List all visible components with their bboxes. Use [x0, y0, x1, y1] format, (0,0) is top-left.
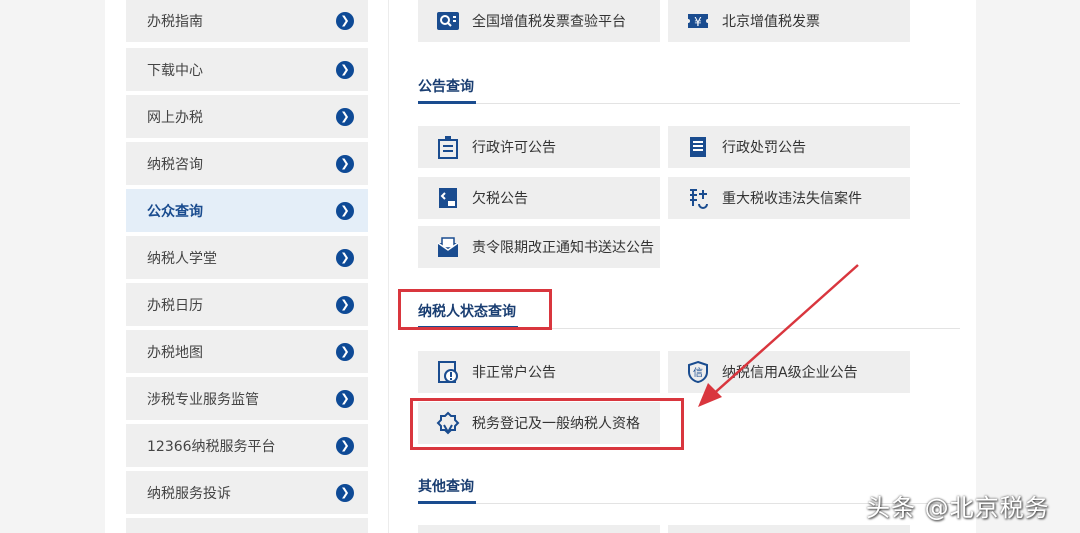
sidebar-item-label: 12366纳税服务平台 [147, 438, 276, 455]
yuan-ticket-icon: ¥ [688, 14, 708, 29]
section-underline [418, 101, 476, 104]
card-label: 非正常户公告 [472, 365, 556, 381]
sidebar-item-label: 办税日历 [147, 297, 203, 314]
sidebar-item-label: 纳税人学堂 [147, 250, 217, 267]
section-divider [418, 103, 960, 104]
invoice-check-platform-link[interactable]: 全国增值税发票查验平台 [418, 0, 660, 42]
sidebar-item-label: 纳税服务投诉 [147, 485, 231, 502]
major-violation-cases-link[interactable]: 重大税收违法失信案件 [668, 177, 910, 219]
chevron-right-icon: ❯ [336, 389, 354, 408]
watermark-text: 头条 @北京税务 [866, 494, 1050, 522]
chevron-right-icon: ❯ [336, 12, 354, 30]
chevron-right-icon: ❯ [336, 436, 354, 455]
highlight-box-section [398, 289, 552, 330]
invoice-check-icon [437, 12, 459, 30]
section-title-announcements: 公告查询 [418, 79, 474, 95]
abnormal-households-link[interactable]: 非正常户公告 [418, 351, 660, 393]
sidebar-item-tax-map[interactable]: 办税地图 ❯ [126, 330, 368, 373]
sidebar-item-label: 涉税专业服务监管 [147, 391, 259, 408]
rectification-notice-link[interactable]: 责令限期改正通知书送达公告 [418, 226, 660, 268]
sidebar-item-label: 网上办税 [147, 109, 203, 126]
admin-license-announcement-link[interactable]: 行政许可公告 [418, 126, 660, 168]
card-label: 欠税公告 [472, 191, 528, 207]
svg-text:¥: ¥ [694, 15, 702, 29]
tax-arrears-announcement-link[interactable]: 欠税公告 [418, 177, 660, 219]
other-query-card-partial[interactable] [668, 525, 910, 533]
envelope-notice-icon [437, 237, 459, 257]
chevron-right-icon: ❯ [336, 107, 354, 126]
beijing-invoice-link[interactable]: ¥ 北京增值税发票 [668, 0, 910, 42]
chevron-right-icon: ❯ [336, 201, 354, 220]
card-label: 行政处罚公告 [722, 140, 806, 156]
chevron-right-icon: ❯ [336, 295, 354, 314]
card-label: 行政许可公告 [472, 140, 556, 156]
chevron-right-icon: ❯ [336, 248, 354, 267]
arrears-document-icon [439, 188, 457, 208]
highlight-box-registration [410, 398, 684, 450]
law-violation-icon [690, 189, 708, 209]
license-document-icon [438, 136, 458, 159]
card-label: 北京增值税发票 [722, 14, 820, 30]
column-divider [388, 0, 389, 533]
sidebar-item-label: 办税地图 [147, 344, 203, 361]
admin-penalty-announcement-link[interactable]: 行政处罚公告 [668, 126, 910, 168]
card-label: 全国增值税发票查验平台 [472, 14, 626, 30]
annotation-arrow [698, 264, 859, 407]
sidebar-item-downloads[interactable]: 下载中心 ❯ [126, 48, 368, 91]
sidebar-item-label: 办税指南 [147, 14, 203, 30]
sidebar-item-professional-supervision[interactable]: 涉税专业服务监管 ❯ [126, 377, 368, 420]
section-underline [418, 501, 476, 504]
sidebar-item-tax-calendar[interactable]: 办税日历 ❯ [126, 283, 368, 326]
sidebar-item-label: 公众查询 [147, 203, 203, 220]
section-title-other: 其他查询 [418, 479, 474, 495]
chevron-right-icon: ❯ [336, 154, 354, 173]
chevron-right-icon: ❯ [336, 483, 354, 502]
card-label: 重大税收违法失信案件 [722, 191, 862, 207]
sidebar-item-public-query[interactable]: 公众查询 ❯ [126, 189, 368, 232]
chevron-right-icon: ❯ [336, 342, 354, 361]
abnormal-document-icon [438, 361, 458, 383]
sidebar-item-complaints[interactable]: 纳税服务投诉 ❯ [126, 471, 368, 514]
sidebar-item-online-tax[interactable]: 网上办税 ❯ [126, 95, 368, 138]
sidebar-item-label: 下载中心 [147, 62, 203, 79]
chevron-right-icon: ❯ [336, 60, 354, 79]
sidebar-item-partial[interactable] [126, 518, 368, 533]
sidebar-item-tax-guide[interactable]: 办税指南 ❯ [126, 0, 368, 42]
card-label: 责令限期改正通知书送达公告 [472, 240, 654, 256]
other-query-card-partial[interactable] [418, 525, 660, 533]
sidebar-item-consulting[interactable]: 纳税咨询 ❯ [126, 142, 368, 185]
sidebar-item-12366-platform[interactable]: 12366纳税服务平台 ❯ [126, 424, 368, 467]
penalty-document-icon [690, 137, 706, 157]
sidebar-item-taxpayer-school[interactable]: 纳税人学堂 ❯ [126, 236, 368, 279]
sidebar-item-label: 纳税咨询 [147, 156, 203, 173]
